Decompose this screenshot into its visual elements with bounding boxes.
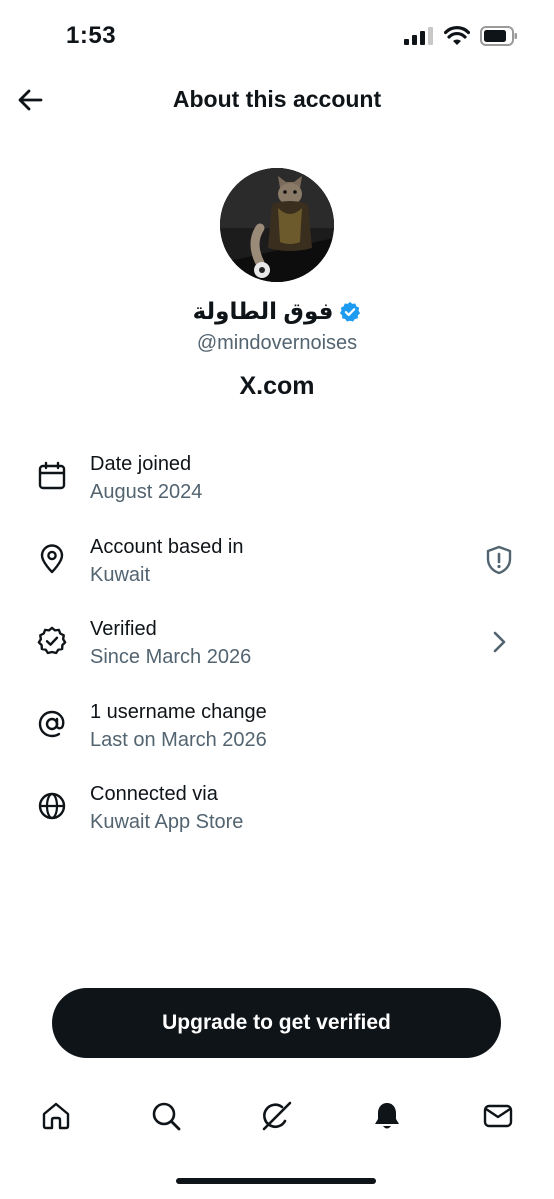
home-indicator[interactable] bbox=[176, 1178, 376, 1184]
account-info-list: Date joined August 2024 Account based in… bbox=[0, 440, 554, 853]
page-title: About this account bbox=[172, 86, 382, 112]
calendar-icon bbox=[36, 460, 68, 492]
cellular-signal-icon bbox=[404, 27, 433, 45]
notifications-bell-icon bbox=[375, 1103, 399, 1129]
bottom-tab-bar bbox=[0, 1086, 554, 1146]
tab-grok[interactable] bbox=[247, 1086, 307, 1146]
info-subtitle: Kuwait App Store bbox=[90, 811, 244, 833]
display-name-row: فوق الطاولة bbox=[0, 298, 554, 325]
cat-avatar-image bbox=[220, 168, 334, 282]
upgrade-to-verified-button[interactable]: Upgrade to get verified bbox=[52, 988, 501, 1058]
messages-icon bbox=[483, 1104, 513, 1128]
info-title: Verified bbox=[90, 618, 157, 640]
status-icons bbox=[404, 26, 518, 46]
home-icon bbox=[42, 1102, 70, 1130]
info-item-date-joined: Date joined August 2024 bbox=[0, 440, 554, 523]
info-item-username-change: 1 username change Last on March 2026 bbox=[0, 688, 554, 771]
verified-badge-outline-icon bbox=[36, 625, 68, 657]
chevron-right-icon[interactable] bbox=[484, 627, 514, 657]
info-subtitle: Last on March 2026 bbox=[90, 728, 267, 751]
grok-icon bbox=[262, 1101, 292, 1131]
info-title: 1 username change bbox=[90, 700, 267, 723]
affiliate-domain[interactable]: X.com bbox=[0, 372, 554, 401]
nav-header: About this account bbox=[0, 72, 554, 128]
tab-home[interactable] bbox=[26, 1086, 86, 1146]
avatar bbox=[220, 168, 334, 282]
status-bar: 1:53 bbox=[0, 0, 554, 72]
info-item-connected-via: Connected via Kuwait App Store bbox=[0, 770, 554, 853]
info-title: Account based in bbox=[90, 535, 244, 558]
info-item-account-based-in: Account based in Kuwait bbox=[0, 523, 554, 606]
info-title: Date joined bbox=[90, 453, 192, 475]
location-pin-icon bbox=[36, 543, 68, 575]
wifi-icon bbox=[444, 26, 470, 45]
verified-badge-icon bbox=[340, 301, 361, 322]
search-icon bbox=[152, 1102, 181, 1131]
info-subtitle: Since March 2026 bbox=[90, 646, 252, 668]
tab-search[interactable] bbox=[136, 1086, 196, 1146]
tab-notifications[interactable] bbox=[357, 1086, 417, 1146]
battery-icon bbox=[480, 26, 517, 46]
status-time: 1:53 bbox=[66, 22, 117, 49]
handle: @mindovernoises bbox=[196, 332, 358, 354]
at-sign-icon bbox=[36, 708, 68, 740]
info-item-verified[interactable]: Verified Since March 2026 bbox=[0, 605, 554, 688]
display-name: فوق الطاولة bbox=[192, 298, 334, 324]
globe-icon bbox=[36, 790, 68, 822]
info-subtitle: August 2024 bbox=[90, 481, 203, 503]
shield-alert-icon[interactable] bbox=[484, 545, 514, 575]
info-subtitle: Kuwait bbox=[90, 563, 151, 586]
tab-messages[interactable] bbox=[468, 1086, 528, 1146]
info-title: Connected via bbox=[90, 783, 218, 805]
